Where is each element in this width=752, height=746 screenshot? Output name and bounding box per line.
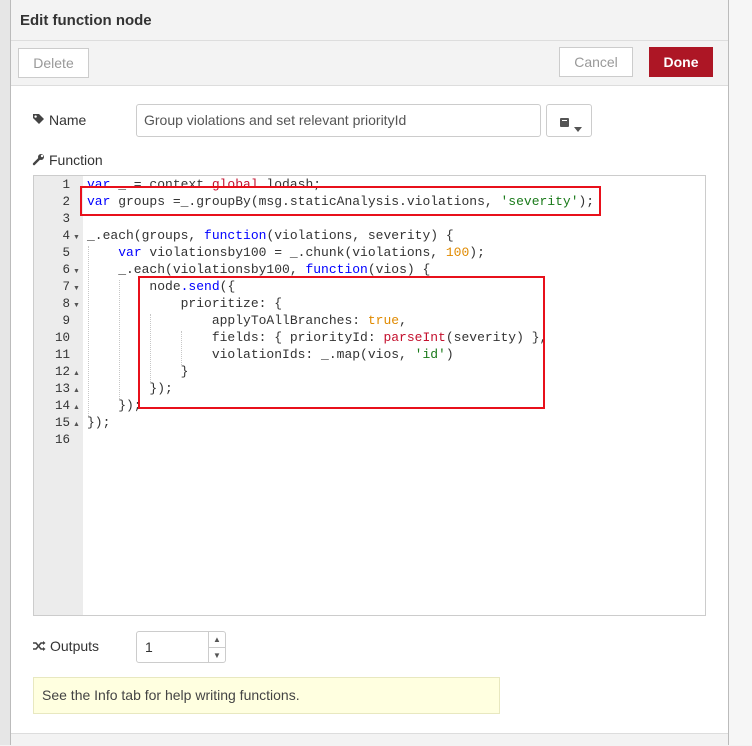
code-editor[interactable]: 1 2 3 4 5 6 7 8 9 10 11 12 13 14 15 16 ▼… — [33, 175, 706, 616]
line-number: 8 — [62, 297, 70, 311]
book-icon — [559, 115, 571, 133]
spin-down-icon[interactable]: ▼ — [208, 647, 225, 663]
outputs-value: 1 — [145, 639, 153, 655]
spin-up-icon[interactable]: ▲ — [208, 632, 225, 647]
code-line: _.each(violationsby100, function(vios) { — [87, 262, 431, 277]
line-number: 10 — [54, 331, 70, 345]
fold-open-icon[interactable]: ▼ — [73, 302, 80, 309]
code-line: }); — [87, 398, 142, 413]
node-library-button[interactable] — [546, 104, 592, 137]
line-number: 16 — [54, 433, 70, 447]
dialog-titlebar: Edit function node — [11, 0, 728, 41]
line-number: 3 — [62, 212, 70, 226]
function-label: Function — [32, 152, 103, 169]
line-number: 1 — [62, 178, 70, 192]
line-number: 6 — [62, 263, 70, 277]
fold-open-icon[interactable]: ▼ — [73, 234, 80, 241]
info-tip: See the Info tab for help writing functi… — [33, 677, 500, 714]
highlight-box-node-send — [138, 276, 545, 409]
cancel-button[interactable]: Cancel — [559, 47, 633, 77]
outputs-label: Outputs — [32, 638, 99, 655]
highlight-box-groupby — [80, 186, 601, 216]
line-number: 4 — [62, 229, 70, 243]
edit-function-dialog: Edit function node Delete Cancel Done Na… — [10, 0, 729, 746]
outputs-input[interactable]: 1 ▲ ▼ — [136, 631, 226, 663]
line-number: 5 — [62, 246, 70, 260]
fold-close-icon: ▲ — [73, 387, 80, 394]
code-line: var violationsby100 = _.chunk(violations… — [118, 245, 485, 260]
name-label: Name — [32, 112, 86, 129]
line-number: 14 — [54, 399, 70, 413]
code-line: }); — [87, 415, 111, 430]
line-number: 15 — [54, 416, 70, 430]
fold-open-icon[interactable]: ▼ — [73, 268, 80, 275]
editor-gutter: 1 2 3 4 5 6 7 8 9 10 11 12 13 14 15 16 ▼… — [34, 176, 83, 615]
line-number: 9 — [62, 314, 70, 328]
name-label-text: Name — [49, 112, 87, 128]
fold-close-icon: ▲ — [73, 370, 80, 377]
shuffle-icon — [32, 639, 46, 655]
fold-close-icon: ▲ — [73, 421, 80, 428]
chevron-down-icon — [574, 119, 582, 137]
outputs-label-text: Outputs — [50, 638, 100, 654]
line-number: 11 — [54, 348, 70, 362]
done-button[interactable]: Done — [649, 47, 713, 77]
wrench-icon — [32, 153, 45, 169]
fold-open-icon[interactable]: ▼ — [73, 285, 80, 292]
name-input[interactable]: Group violations and set relevant priori… — [136, 104, 541, 137]
dialog-toolbar: Delete Cancel Done — [11, 41, 728, 86]
background-workspace-left — [0, 0, 10, 745]
delete-button[interactable]: Delete — [18, 48, 89, 78]
line-number: 13 — [54, 382, 70, 396]
fold-close-icon: ▲ — [73, 404, 80, 411]
background-sidebar-right — [728, 0, 752, 745]
line-number: 12 — [54, 365, 70, 379]
line-number: 2 — [62, 195, 70, 209]
line-number: 7 — [62, 280, 70, 294]
function-label-text: Function — [49, 152, 103, 168]
code-line: _.each(groups, function(violations, seve… — [87, 228, 454, 243]
dialog-title: Edit function node — [20, 12, 152, 29]
dialog-bottom-bar — [11, 733, 728, 746]
tag-icon — [32, 113, 45, 129]
